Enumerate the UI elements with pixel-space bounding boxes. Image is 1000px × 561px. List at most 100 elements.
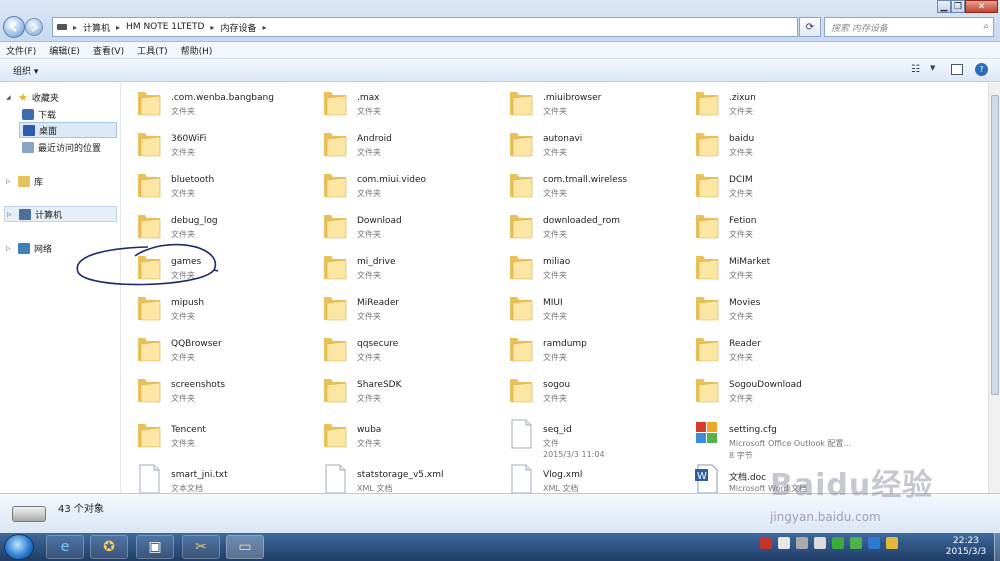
expand-arrow-icon[interactable]: ▷ (6, 245, 14, 252)
folder-item[interactable]: Android 文件夹 (308, 124, 493, 164)
preview-pane-icon[interactable] (951, 64, 963, 75)
show-desktop-button[interactable] (994, 533, 1000, 561)
folder-item[interactable]: .com.wenba.bangbang 文件夹 (122, 83, 307, 123)
folder-item[interactable]: Reader 文件夹 (680, 329, 865, 369)
nav-favorites[interactable]: ◢ ★ 收藏夹 (6, 89, 59, 105)
folder-item[interactable]: baidu 文件夹 (680, 124, 865, 164)
folder-item[interactable]: debug_log 文件夹 (122, 206, 307, 246)
nav-network[interactable]: ▷ 网络 (6, 240, 52, 256)
folder-item[interactable]: bluetooth 文件夹 (122, 165, 307, 205)
volume-icon[interactable] (814, 537, 826, 549)
item-name: Movies (729, 298, 761, 308)
folder-item[interactable]: MiMarket 文件夹 (680, 247, 865, 287)
tray-app-icon[interactable] (760, 537, 772, 549)
item-name: seq_id (543, 425, 572, 435)
shield-icon[interactable] (850, 537, 862, 549)
menu-file[interactable]: 文件(F) (6, 44, 36, 57)
folder-item[interactable]: qqsecure 文件夹 (308, 329, 493, 369)
back-button[interactable] (3, 16, 25, 38)
chevron-right-icon: ▸ (262, 22, 267, 32)
taskbar-app-window[interactable]: ▣ (136, 535, 174, 559)
vertical-scrollbar[interactable] (988, 83, 1000, 493)
clock-date: 2015/3/3 (945, 547, 987, 557)
menu-view[interactable]: 查看(V) (93, 44, 124, 57)
folder-item[interactable]: com.tmall.wireless 文件夹 (494, 165, 679, 205)
menu-tools[interactable]: 工具(T) (137, 44, 168, 57)
recent-places-icon (22, 141, 34, 153)
folder-item[interactable]: com.miui.video 文件夹 (308, 165, 493, 205)
expand-arrow-icon[interactable]: ▷ (7, 211, 15, 218)
scrollbar-thumb[interactable] (991, 95, 999, 395)
breadcrumb-computer[interactable]: 计算机 (83, 21, 110, 34)
breadcrumb-storage[interactable]: 内存设备 (220, 21, 256, 34)
folder-item[interactable]: mi_drive 文件夹 (308, 247, 493, 287)
folder-item[interactable]: Tencent 文件夹 (122, 415, 307, 455)
search-input[interactable]: 搜索 内存设备 ⌕ (824, 17, 994, 37)
nav-recent[interactable]: 最近访问的位置 (22, 139, 101, 155)
folder-item[interactable]: MIUI 文件夹 (494, 288, 679, 328)
menu-help[interactable]: 帮助(H) (181, 44, 213, 57)
folder-item[interactable]: QQBrowser 文件夹 (122, 329, 307, 369)
maximize-button[interactable]: ❐ (951, 0, 965, 13)
folder-item[interactable]: sogou 文件夹 (494, 370, 679, 410)
expand-arrow-icon[interactable]: ◢ (6, 94, 14, 101)
tray-blue-icon[interactable] (868, 537, 880, 549)
folder-item[interactable]: Movies 文件夹 (680, 288, 865, 328)
expand-arrow-icon[interactable]: ▷ (6, 178, 14, 185)
file-item[interactable]: setting.cfg Microsoft Office Outlook 配置..… (680, 415, 865, 460)
folder-item[interactable]: games 文件夹 (122, 247, 307, 287)
folder-item[interactable]: Download 文件夹 (308, 206, 493, 246)
organize-button[interactable]: 组织 ▾ (13, 64, 38, 77)
folder-item[interactable]: miliao 文件夹 (494, 247, 679, 287)
close-button[interactable]: ✕ (965, 0, 998, 13)
breadcrumb-device[interactable]: HM NOTE 1LTETD (126, 22, 204, 32)
chevron-down-icon[interactable]: ▼ (930, 64, 935, 72)
address-field[interactable]: ▸ 计算机 ▸ HM NOTE 1LTETD ▸ 内存设备 ▸ (52, 17, 798, 37)
nav-library[interactable]: ▷ 库 (6, 173, 43, 189)
folder-icon (510, 256, 533, 280)
taskbar-explorer[interactable]: ▭ (226, 535, 264, 559)
folder-item[interactable]: downloaded_rom 文件夹 (494, 206, 679, 246)
file-item[interactable]: smart_jni.txt文本文档534 字节 (122, 460, 307, 493)
folder-item[interactable]: mipush 文件夹 (122, 288, 307, 328)
folder-item[interactable]: DCIM 文件夹 (680, 165, 865, 205)
file-item[interactable]: W文档.docMicrosoft Word 文档22.0 KB (680, 460, 865, 493)
taskbar-app-tools[interactable]: ✂ (182, 535, 220, 559)
folder-item[interactable]: .max 文件夹 (308, 83, 493, 123)
minimize-button[interactable]: ▁ (937, 0, 951, 13)
menu-edit[interactable]: 编辑(E) (49, 44, 80, 57)
folder-item[interactable]: wuba 文件夹 (308, 415, 493, 455)
clock[interactable]: 22:23 2015/3/3 (940, 536, 992, 558)
nav-downloads[interactable]: 下载 (22, 106, 56, 122)
file-item[interactable]: statstorage_v5.xmlXML 文档80.6 KB (308, 460, 493, 493)
usb-icon[interactable] (796, 537, 808, 549)
taskbar-app-star[interactable]: ✪ (90, 535, 128, 559)
file-item[interactable]: seq_id 文件 2015/3/3 11:04 (494, 415, 679, 459)
taskbar-ie[interactable]: e (46, 535, 84, 559)
folder-item[interactable]: screenshots 文件夹 (122, 370, 307, 410)
start-button[interactable] (4, 534, 34, 560)
item-name: baidu (729, 134, 755, 144)
forward-button[interactable] (25, 18, 43, 36)
item-name: games (171, 257, 202, 267)
item-count: 43 个对象 (58, 504, 104, 515)
folder-item[interactable]: .zixun 文件夹 (680, 83, 865, 123)
folder-item[interactable]: autonavi 文件夹 (494, 124, 679, 164)
folder-item[interactable]: .miuibrowser 文件夹 (494, 83, 679, 123)
help-icon[interactable]: ? (975, 63, 988, 76)
tray-yellow-icon[interactable] (886, 537, 898, 549)
file-item[interactable]: Vlog.xmlXML 文档145 字节 (494, 460, 679, 493)
folder-item[interactable]: MiReader 文件夹 (308, 288, 493, 328)
folder-item[interactable]: SogouDownload 文件夹 (680, 370, 865, 410)
nav-desktop[interactable]: 桌面 (19, 122, 117, 138)
tray-green-icon[interactable] (832, 537, 844, 549)
item-name: ramdump (543, 339, 587, 349)
folder-item[interactable]: ramdump 文件夹 (494, 329, 679, 369)
nav-computer[interactable]: ▷ 计算机 (4, 206, 117, 222)
folder-item[interactable]: Fetion 文件夹 (680, 206, 865, 246)
view-options-icon[interactable]: ☷ (911, 64, 920, 75)
refresh-button[interactable]: ⟳ (799, 17, 821, 37)
wifi-icon[interactable] (778, 537, 790, 549)
folder-item[interactable]: 360WiFi 文件夹 (122, 124, 307, 164)
folder-item[interactable]: ShareSDK 文件夹 (308, 370, 493, 410)
